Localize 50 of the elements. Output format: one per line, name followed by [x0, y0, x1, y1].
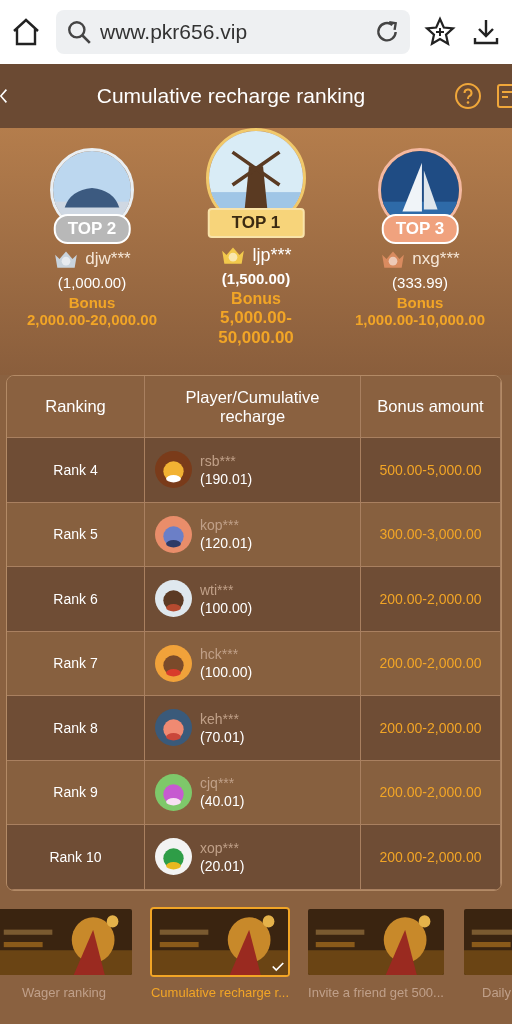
player-name: xop*** — [200, 839, 240, 856]
recharge-amount: (120.01) — [200, 535, 253, 552]
recharge-amount: (100.00) — [200, 599, 253, 616]
rank-cell: Rank 6 — [7, 567, 145, 632]
rank-badge: TOP 1 — [207, 208, 305, 238]
recharge-amount: (1,000.00) — [57, 274, 127, 291]
bonus-cell: 200.00-2,000.00 — [361, 567, 501, 632]
player-name: keh*** — [200, 710, 240, 727]
ranking-tab[interactable]: Daily — [462, 906, 512, 1024]
player-name: cjq*** — [200, 775, 236, 792]
bonus-cell: 200.00-2,000.00 — [361, 825, 501, 890]
record-list-icon[interactable] — [496, 82, 512, 110]
checkmark-icon — [271, 960, 285, 972]
recharge-amount: (100.00) — [200, 664, 253, 681]
bonus-cell: 200.00-2,000.00 — [361, 696, 501, 761]
rank-badge: TOP 3 — [381, 214, 459, 244]
back-icon[interactable] — [0, 86, 8, 106]
recharge-amount: (190.01) — [200, 470, 253, 487]
bonus-range: 5,000.00-50,000.00 — [217, 308, 295, 348]
player-name: ljp*** — [252, 244, 292, 266]
bonus-label: Bonus — [396, 294, 444, 311]
bonus-label: Bonus — [68, 294, 116, 311]
search-icon — [66, 19, 92, 45]
ranking-tab[interactable]: Invite a friend get 500... — [306, 906, 446, 1024]
page-title: Cumulative recharge ranking — [95, 84, 367, 108]
player-name: rsb*** — [200, 452, 237, 469]
player-name: hck*** — [200, 646, 240, 663]
bonus-label: Bonus — [231, 290, 281, 308]
player-name: djw*** — [85, 249, 131, 269]
ranking-tab[interactable]: Wager ranking — [0, 906, 134, 1024]
address-bar[interactable]: www.pkr656.vip — [56, 10, 410, 54]
recharge-amount: (1,500.00) — [221, 270, 291, 287]
recharge-amount: (20.01) — [200, 857, 245, 874]
player-name: nxg*** — [412, 249, 460, 269]
player-name: wti*** — [200, 581, 235, 598]
rank-cell: Rank 4 — [7, 438, 145, 503]
help-icon[interactable] — [454, 82, 482, 110]
rank-badge: TOP 2 — [53, 214, 131, 244]
recharge-amount: (70.01) — [200, 728, 245, 745]
recharge-amount: (333.99) — [392, 274, 448, 291]
bookmark-star-icon[interactable] — [424, 16, 456, 48]
reload-icon[interactable] — [374, 19, 400, 45]
rank-cell: Rank 8 — [7, 696, 145, 761]
player-name: kop*** — [200, 517, 240, 534]
bonus-range: 2,000.00-20,000.00 — [26, 311, 158, 328]
bonus-cell: 500.00-5,000.00 — [361, 438, 501, 503]
bonus-range: 1,000.00-10,000.00 — [354, 311, 486, 328]
url-text: www.pkr656.vip — [100, 20, 248, 44]
rank-cell: Rank 10 — [7, 825, 145, 890]
recharge-amount: (40.01) — [200, 793, 245, 810]
